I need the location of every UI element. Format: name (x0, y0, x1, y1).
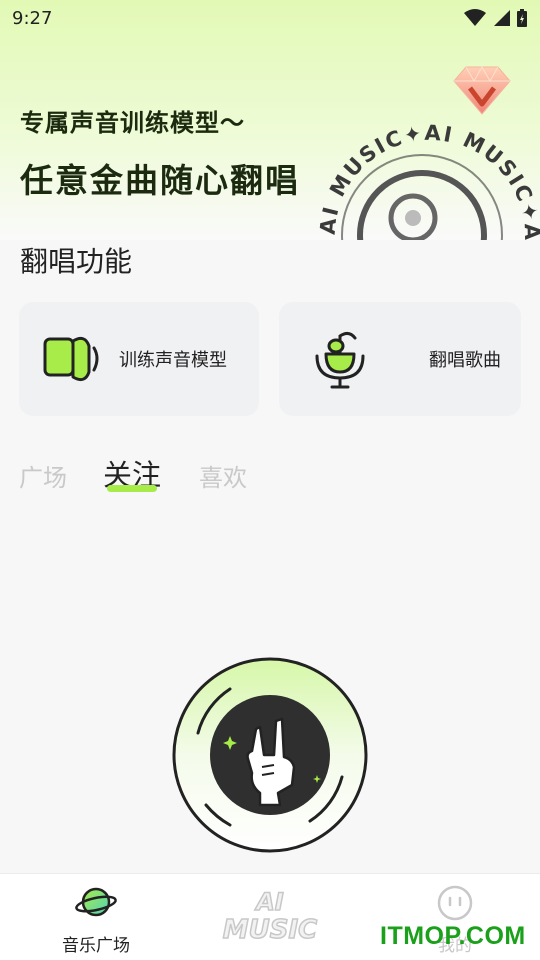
train-voice-model-card[interactable]: 训练声音模型 (19, 302, 259, 416)
banner-headline: 专属声音训练模型～ (20, 109, 245, 137)
status-icons (464, 8, 528, 28)
site-watermark: ITMOP.COM (380, 922, 526, 950)
active-tab-indicator (107, 485, 157, 492)
section-title: 翻唱功能 (20, 245, 133, 278)
cover-song-card[interactable]: 翻唱歌曲 (279, 302, 521, 416)
nav-music-plaza-label: 音乐广场 (62, 936, 130, 956)
status-time: 9:27 (12, 7, 53, 29)
feed-tabs: 广场 关注 喜欢 (0, 452, 540, 500)
banner-slogan: 任意金曲随心翻唱 (20, 161, 300, 200)
vip-diamond-icon[interactable] (452, 64, 512, 116)
empty-state-rock-hand-disc (172, 657, 368, 853)
ai-music-logo-text-bottom: MUSIC (223, 915, 317, 942)
nav-music-plaza[interactable]: 音乐广场 (36, 874, 156, 960)
ai-music-logo-text-top: AI (254, 888, 284, 916)
train-voice-model-label: 训练声音模型 (119, 350, 227, 371)
cover-song-label: 翻唱歌曲 (429, 350, 501, 371)
face-icon (437, 885, 473, 921)
tab-plaza[interactable]: 广场 (19, 458, 67, 493)
battery-icon (517, 9, 527, 27)
banner[interactable]: 9:27 专属声音训练模型～ 任意金曲随心翻唱 AI MUSIC✦AI MUSI… (0, 0, 540, 240)
ai-music-disc-art: AI MUSIC✦AI MUSIC✦AI MU (310, 110, 540, 240)
planet-icon (75, 887, 117, 917)
nav-ai-music[interactable]: AI MUSIC (210, 874, 330, 960)
speaker-icon (43, 336, 99, 382)
ai-music-logo: AI MUSIC (222, 887, 318, 942)
tab-likes[interactable]: 喜欢 (199, 458, 247, 493)
signal-icon (494, 10, 510, 26)
status-bar: 9:27 (0, 0, 540, 36)
wifi-icon (464, 9, 486, 26)
microphone-note-icon (315, 331, 365, 389)
